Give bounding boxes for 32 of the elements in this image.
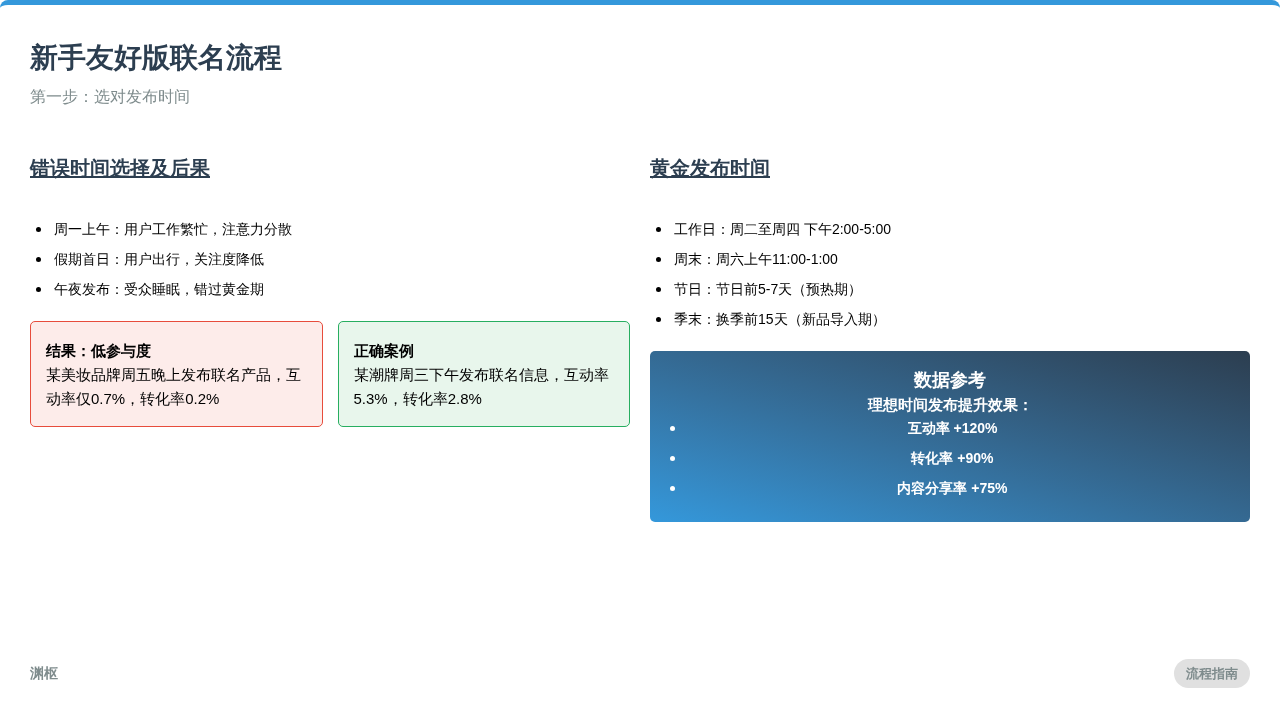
list-item-text: 工作日：周二至周四 下午2:00-5:00 [674,219,892,239]
list-item-text: 节日：节日前5-7天（预热期） [674,279,863,299]
bullet-icon [36,226,41,232]
panel-subtitle: 理想时间发布提升效果： [867,395,1033,415]
bullet-icon [36,256,41,262]
stat-text: 内容分享率 +75% [897,479,1008,498]
card-text: 某美妆品牌周五晚上发布联名产品，互动率仅0.7%，转化率0.2% [46,364,302,409]
list-item-text: 季末：换季前15天（新品导入期） [674,309,886,329]
card-title: 结果：低参与度 [46,341,152,361]
bullet-icon [656,316,661,322]
card-title: 正确案例 [353,341,415,361]
bullet-icon [670,426,675,431]
bullet-icon [656,226,661,232]
section-heading: 错误时间选择及后果 [30,156,210,181]
stat-text: 转化率 +90% [911,449,994,468]
bullet-icon [656,256,661,262]
bullet-icon [36,286,41,292]
list-item-text: 午夜发布：受众睡眠，错过黄金期 [54,279,264,299]
bullet-icon [670,456,675,461]
page-subtitle: 第一步：选对发布时间 [30,87,191,107]
guide-tag: 流程指南 [1174,658,1250,688]
list-item-text: 周末：周六上午11:00-1:00 [674,249,838,269]
section-heading: 黄金发布时间 [650,156,770,181]
panel-title: 数据参考 [914,369,986,392]
brand-name: 渊枢 [30,663,58,683]
bullet-icon [656,286,661,292]
stat-text: 互动率 +120% [907,419,998,438]
bullet-icon [670,486,675,491]
card-text: 某潮牌周三下午发布联名信息，互动率5.3%，转化率2.8% [353,364,610,409]
list-item-text: 周一上午：用户工作繁忙，注意力分散 [54,219,292,239]
list-item-text: 假期首日：用户出行，关注度降低 [54,249,264,269]
page-title: 新手友好版联名流程 [30,41,283,75]
